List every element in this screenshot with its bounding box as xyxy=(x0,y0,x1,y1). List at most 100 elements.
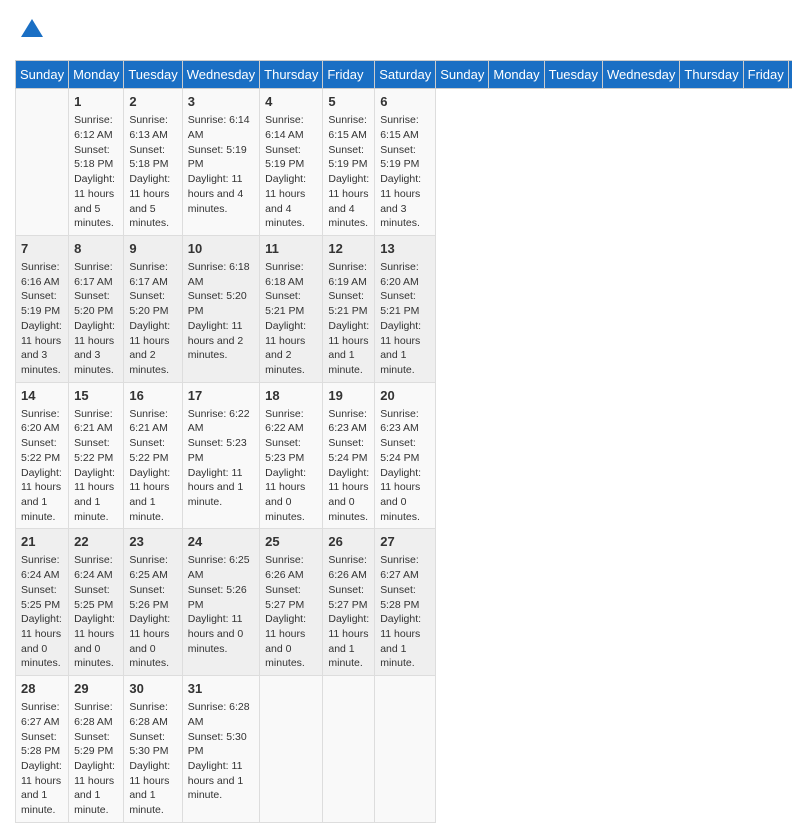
sunset-text: Sunset: 5:26 PM xyxy=(129,584,168,611)
daylight-text: Daylight: 11 hours and 1 minute. xyxy=(380,320,421,376)
calendar-cell xyxy=(375,675,436,822)
calendar-cell: 2Sunrise: 6:13 AMSunset: 5:18 PMDaylight… xyxy=(124,89,182,236)
column-header-friday: Friday xyxy=(323,61,375,89)
sunset-text: Sunset: 5:21 PM xyxy=(328,290,367,317)
daylight-text: Daylight: 11 hours and 5 minutes. xyxy=(129,173,170,229)
logo xyxy=(15,15,47,50)
column-header-thursday: Thursday xyxy=(260,61,323,89)
sunset-text: Sunset: 5:23 PM xyxy=(265,437,304,464)
calendar-cell: 6Sunrise: 6:15 AMSunset: 5:19 PMDaylight… xyxy=(375,89,436,236)
calendar-cell: 25Sunrise: 6:26 AMSunset: 5:27 PMDayligh… xyxy=(260,529,323,676)
daylight-text: Daylight: 11 hours and 0 minutes. xyxy=(74,613,115,669)
sunrise-text: Sunrise: 6:20 AM xyxy=(380,261,419,288)
day-number: 11 xyxy=(265,240,317,258)
day-number: 9 xyxy=(129,240,176,258)
calendar-cell: 29Sunrise: 6:28 AMSunset: 5:29 PMDayligh… xyxy=(69,675,124,822)
calendar-cell: 26Sunrise: 6:26 AMSunset: 5:27 PMDayligh… xyxy=(323,529,375,676)
calendar-cell: 31Sunrise: 6:28 AMSunset: 5:30 PMDayligh… xyxy=(182,675,259,822)
calendar-cell: 9Sunrise: 6:17 AMSunset: 5:20 PMDaylight… xyxy=(124,235,182,382)
daylight-text: Daylight: 11 hours and 3 minutes. xyxy=(74,320,115,376)
sunset-text: Sunset: 5:29 PM xyxy=(74,731,113,758)
day-number: 14 xyxy=(21,387,63,405)
daylight-text: Daylight: 11 hours and 1 minute. xyxy=(129,760,170,816)
sunset-text: Sunset: 5:27 PM xyxy=(328,584,367,611)
logo-icon xyxy=(17,15,47,45)
calendar-cell: 11Sunrise: 6:18 AMSunset: 5:21 PMDayligh… xyxy=(260,235,323,382)
daylight-text: Daylight: 11 hours and 1 minute. xyxy=(129,467,170,523)
sunset-text: Sunset: 5:21 PM xyxy=(265,290,304,317)
day-number: 25 xyxy=(265,533,317,551)
calendar-cell xyxy=(16,89,69,236)
sunrise-text: Sunrise: 6:25 AM xyxy=(129,554,168,581)
sunrise-text: Sunrise: 6:24 AM xyxy=(21,554,60,581)
calendar-header-row: SundayMondayTuesdayWednesdayThursdayFrid… xyxy=(16,61,792,89)
day-number: 15 xyxy=(74,387,118,405)
calendar-cell: 4Sunrise: 6:14 AMSunset: 5:19 PMDaylight… xyxy=(260,89,323,236)
calendar-cell: 20Sunrise: 6:23 AMSunset: 5:24 PMDayligh… xyxy=(375,382,436,529)
calendar-cell: 30Sunrise: 6:28 AMSunset: 5:30 PMDayligh… xyxy=(124,675,182,822)
sunrise-text: Sunrise: 6:22 AM xyxy=(265,408,304,435)
column-header-monday: Monday xyxy=(69,61,124,89)
sunrise-text: Sunrise: 6:21 AM xyxy=(74,408,113,435)
calendar-cell: 24Sunrise: 6:25 AMSunset: 5:26 PMDayligh… xyxy=(182,529,259,676)
calendar-cell: 3Sunrise: 6:14 AMSunset: 5:19 PMDaylight… xyxy=(182,89,259,236)
calendar-cell: 7Sunrise: 6:16 AMSunset: 5:19 PMDaylight… xyxy=(16,235,69,382)
day-number: 1 xyxy=(74,93,118,111)
sunset-text: Sunset: 5:20 PM xyxy=(188,290,247,317)
day-number: 7 xyxy=(21,240,63,258)
calendar-cell: 1Sunrise: 6:12 AMSunset: 5:18 PMDaylight… xyxy=(69,89,124,236)
daylight-text: Daylight: 11 hours and 0 minutes. xyxy=(265,467,306,523)
calendar-cell: 12Sunrise: 6:19 AMSunset: 5:21 PMDayligh… xyxy=(323,235,375,382)
day-number: 4 xyxy=(265,93,317,111)
column-header-monday: Monday xyxy=(489,61,544,89)
column-header-tuesday: Tuesday xyxy=(544,61,602,89)
calendar-week-row: 14Sunrise: 6:20 AMSunset: 5:22 PMDayligh… xyxy=(16,382,792,529)
daylight-text: Daylight: 11 hours and 0 minutes. xyxy=(380,467,421,523)
calendar-cell xyxy=(323,675,375,822)
daylight-text: Daylight: 11 hours and 0 minutes. xyxy=(188,613,243,654)
sunset-text: Sunset: 5:18 PM xyxy=(129,144,168,171)
calendar-week-row: 1Sunrise: 6:12 AMSunset: 5:18 PMDaylight… xyxy=(16,89,792,236)
sunrise-text: Sunrise: 6:25 AM xyxy=(188,554,250,581)
calendar-week-row: 28Sunrise: 6:27 AMSunset: 5:28 PMDayligh… xyxy=(16,675,792,822)
sunrise-text: Sunrise: 6:15 AM xyxy=(380,114,419,141)
day-number: 28 xyxy=(21,680,63,698)
sunset-text: Sunset: 5:19 PM xyxy=(265,144,304,171)
page-header xyxy=(15,15,777,50)
daylight-text: Daylight: 11 hours and 0 minutes. xyxy=(265,613,306,669)
sunrise-text: Sunrise: 6:17 AM xyxy=(74,261,113,288)
sunrise-text: Sunrise: 6:27 AM xyxy=(21,701,60,728)
daylight-text: Daylight: 11 hours and 1 minute. xyxy=(74,760,115,816)
calendar-cell: 10Sunrise: 6:18 AMSunset: 5:20 PMDayligh… xyxy=(182,235,259,382)
sunset-text: Sunset: 5:28 PM xyxy=(21,731,60,758)
day-number: 31 xyxy=(188,680,254,698)
day-number: 6 xyxy=(380,93,430,111)
sunset-text: Sunset: 5:30 PM xyxy=(188,731,247,758)
sunrise-text: Sunrise: 6:12 AM xyxy=(74,114,113,141)
sunset-text: Sunset: 5:22 PM xyxy=(129,437,168,464)
day-number: 27 xyxy=(380,533,430,551)
calendar-week-row: 21Sunrise: 6:24 AMSunset: 5:25 PMDayligh… xyxy=(16,529,792,676)
sunset-text: Sunset: 5:18 PM xyxy=(74,144,113,171)
sunset-text: Sunset: 5:30 PM xyxy=(129,731,168,758)
day-number: 29 xyxy=(74,680,118,698)
daylight-text: Daylight: 11 hours and 2 minutes. xyxy=(265,320,306,376)
sunset-text: Sunset: 5:25 PM xyxy=(21,584,60,611)
daylight-text: Daylight: 11 hours and 1 minute. xyxy=(21,760,62,816)
sunset-text: Sunset: 5:22 PM xyxy=(74,437,113,464)
day-number: 22 xyxy=(74,533,118,551)
column-header-friday: Friday xyxy=(743,61,788,89)
calendar-cell: 16Sunrise: 6:21 AMSunset: 5:22 PMDayligh… xyxy=(124,382,182,529)
daylight-text: Daylight: 11 hours and 0 minutes. xyxy=(21,613,62,669)
daylight-text: Daylight: 11 hours and 3 minutes. xyxy=(21,320,62,376)
calendar-cell: 17Sunrise: 6:22 AMSunset: 5:23 PMDayligh… xyxy=(182,382,259,529)
sunset-text: Sunset: 5:28 PM xyxy=(380,584,419,611)
day-number: 2 xyxy=(129,93,176,111)
daylight-text: Daylight: 11 hours and 1 minute. xyxy=(328,320,369,376)
sunset-text: Sunset: 5:20 PM xyxy=(129,290,168,317)
daylight-text: Daylight: 11 hours and 2 minutes. xyxy=(188,320,243,361)
day-number: 23 xyxy=(129,533,176,551)
daylight-text: Daylight: 11 hours and 1 minute. xyxy=(188,467,243,508)
calendar-cell: 15Sunrise: 6:21 AMSunset: 5:22 PMDayligh… xyxy=(69,382,124,529)
day-number: 3 xyxy=(188,93,254,111)
